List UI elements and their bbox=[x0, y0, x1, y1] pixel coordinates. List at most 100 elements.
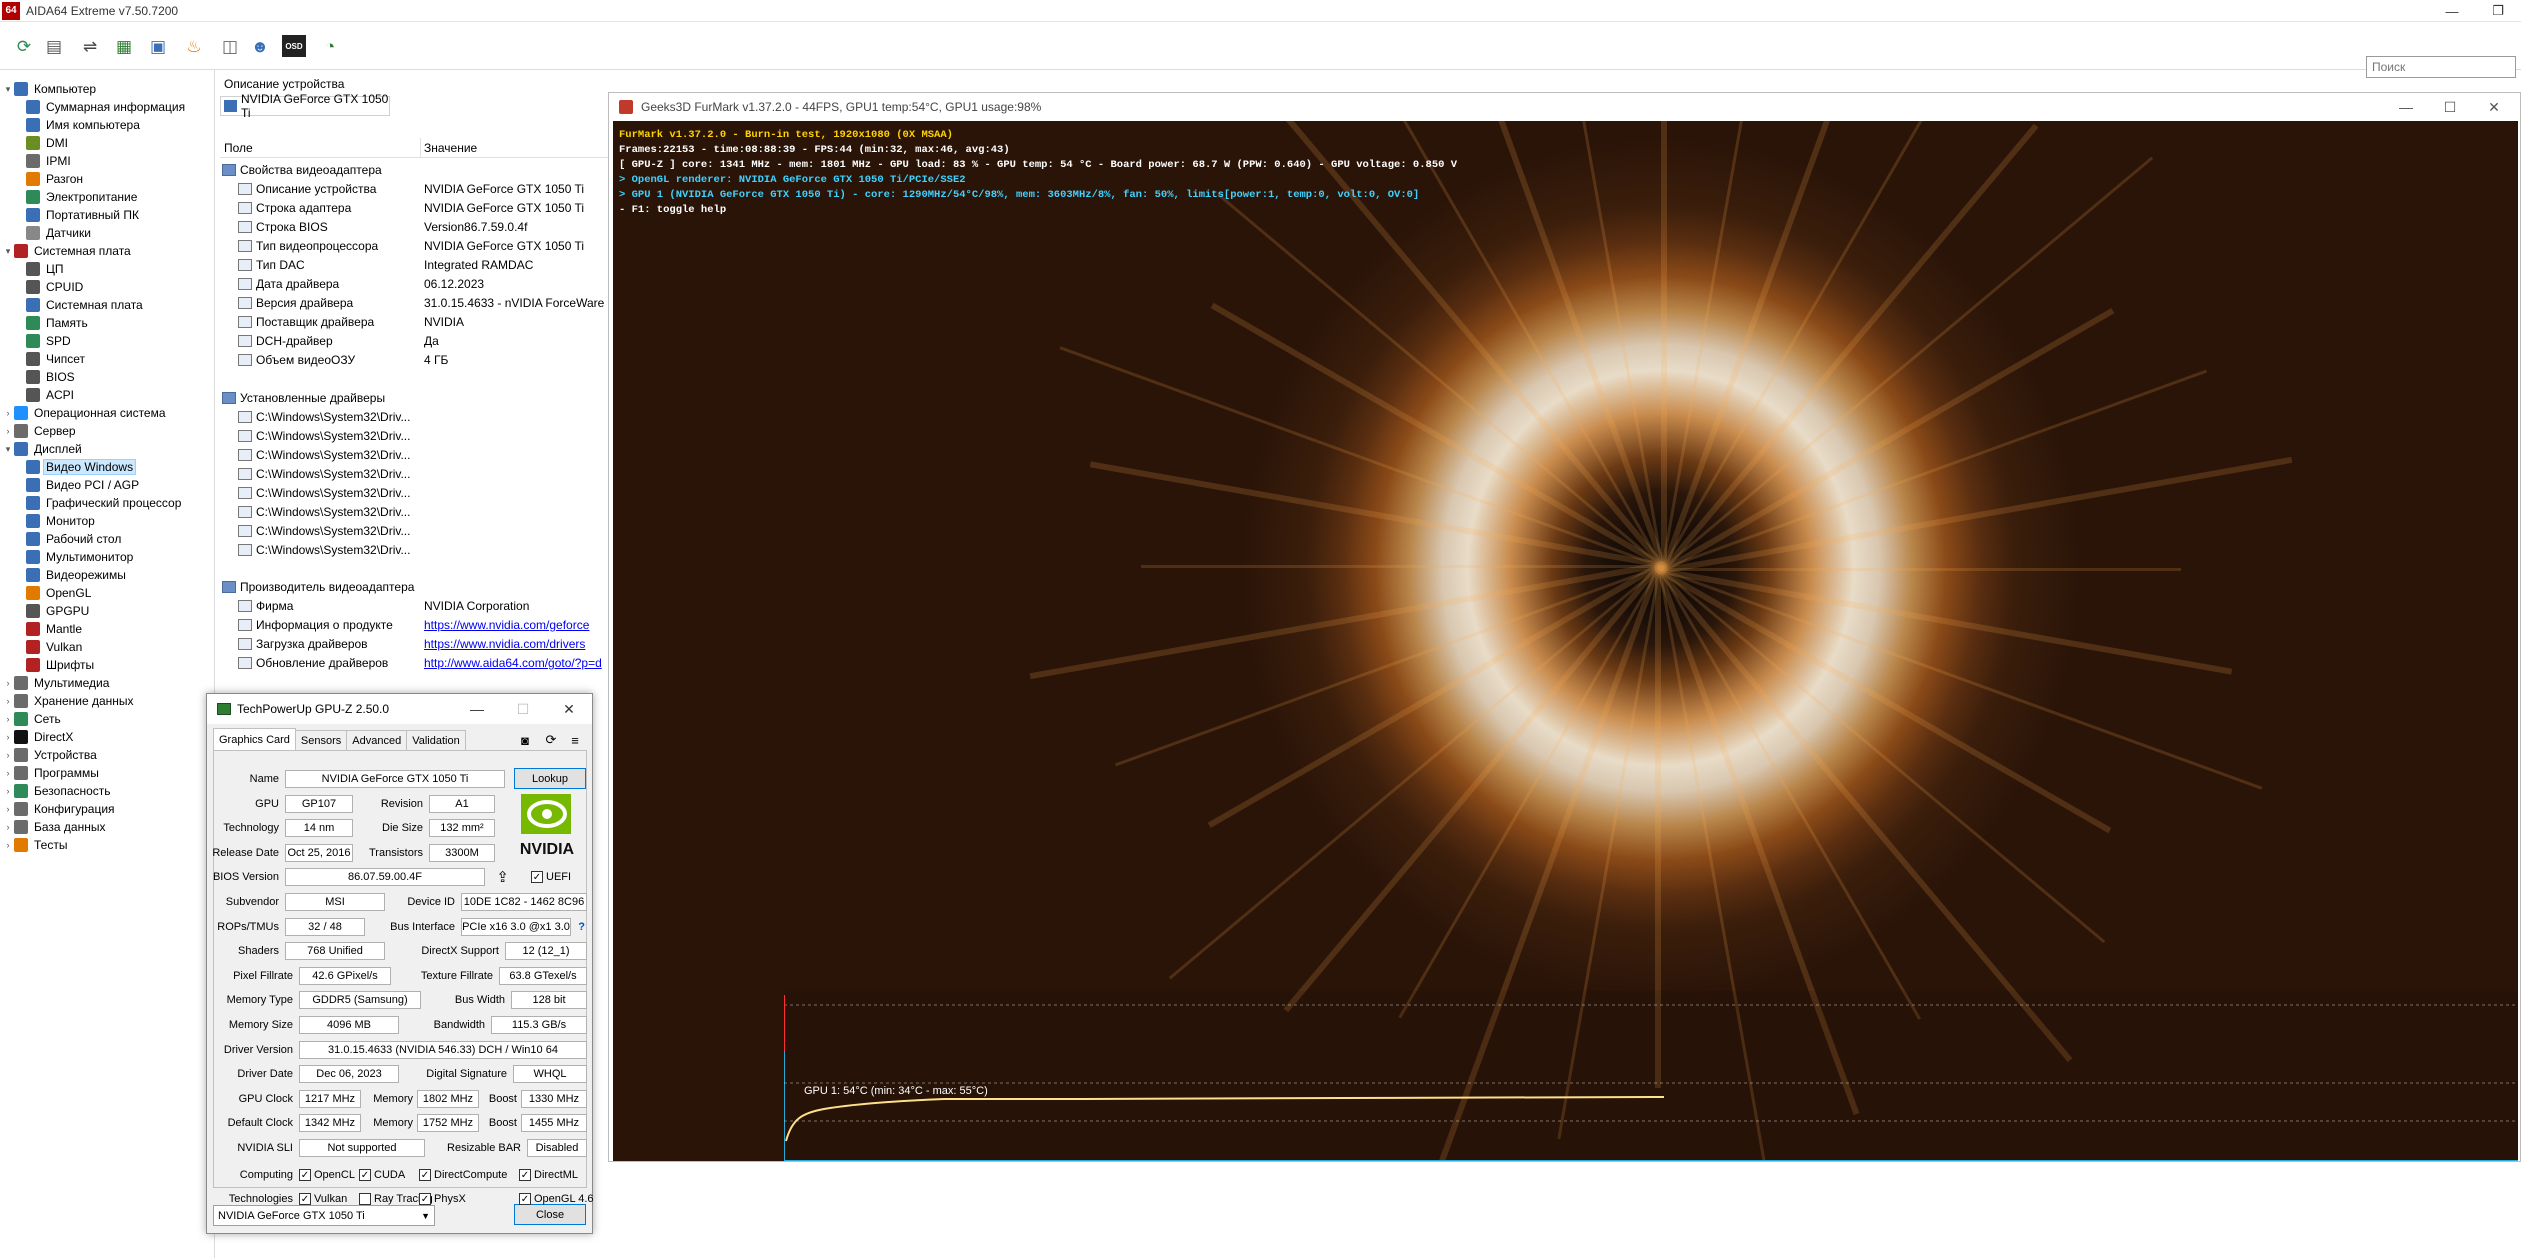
property-row[interactable]: Дата драйвера bbox=[238, 275, 339, 293]
tree-item[interactable]: › Хранение данных bbox=[2, 692, 136, 710]
tree-item[interactable]: Портативный ПК bbox=[26, 206, 141, 224]
collapse-icon[interactable]: ▾ bbox=[2, 444, 14, 455]
property-row[interactable]: Загрузка драйверов bbox=[238, 635, 368, 653]
menu-icon[interactable]: ≡ bbox=[567, 732, 583, 748]
tree-item[interactable]: Чипсет bbox=[26, 350, 87, 368]
tree-item[interactable]: ▾ Дисплей bbox=[2, 440, 84, 458]
flame-icon[interactable]: ♨ bbox=[182, 35, 206, 59]
tree-item[interactable]: BIOS bbox=[26, 368, 77, 386]
checkbox-cuda[interactable]: ✓ CUDA bbox=[359, 1167, 405, 1183]
gpuz-minimize-button[interactable]: — bbox=[454, 694, 500, 724]
driver-row[interactable]: C:\Windows\System32\Driv... bbox=[238, 408, 410, 426]
expand-icon[interactable]: › bbox=[2, 768, 14, 778]
column-value[interactable]: Значение bbox=[424, 141, 477, 155]
tree-item[interactable]: Суммарная информация bbox=[26, 98, 187, 116]
tree-item[interactable]: › Тесты bbox=[2, 836, 69, 854]
property-row[interactable]: Объем видеоОЗУ bbox=[238, 351, 355, 369]
tab-advanced[interactable]: Advanced bbox=[346, 730, 408, 750]
tree-item[interactable]: › Безопасность bbox=[2, 782, 113, 800]
motherboard-icon[interactable]: ▣ bbox=[146, 35, 170, 59]
tree-item[interactable]: GPGPU bbox=[26, 602, 91, 620]
checkbox-directcompute[interactable]: ✓ DirectCompute bbox=[419, 1167, 507, 1183]
expand-icon[interactable]: › bbox=[2, 732, 14, 742]
field-memory-type[interactable]: GDDR5 (Samsung) bbox=[299, 991, 421, 1010]
field-driver-date[interactable]: Dec 06, 2023 bbox=[299, 1065, 399, 1084]
tree-item[interactable]: › Операционная система bbox=[2, 404, 168, 422]
furmark-close-button[interactable]: ✕ bbox=[2472, 93, 2516, 121]
field-bandwidth[interactable]: 115.3 GB/s bbox=[491, 1016, 587, 1034]
tree-item[interactable]: Имя компьютера bbox=[26, 116, 142, 134]
property-row[interactable]: Версия драйвера bbox=[238, 294, 353, 312]
expand-icon[interactable]: › bbox=[2, 714, 14, 724]
property-row[interactable]: DCH-драйвер bbox=[238, 332, 333, 350]
users-icon[interactable]: ☻ bbox=[248, 35, 272, 59]
tree-item[interactable]: ▾ Системная плата bbox=[2, 242, 133, 260]
field-bus-interface[interactable]: PCIe x16 3.0 @x1 3.0 bbox=[461, 917, 571, 936]
property-row[interactable]: Поставщик драйвера bbox=[238, 313, 374, 331]
field-rops-tmus[interactable]: 32 / 48 bbox=[285, 917, 365, 936]
field-gpu-clock[interactable]: 1217 MHz bbox=[299, 1089, 361, 1108]
field-digital-signature[interactable]: WHQL bbox=[513, 1065, 587, 1084]
field-bios-version[interactable]: 86.07.59.00.4F bbox=[285, 868, 485, 887]
tree-item[interactable]: Графический процессор bbox=[26, 494, 183, 512]
driver-row[interactable]: C:\Windows\System32\Driv... bbox=[238, 465, 410, 483]
field-memory-size[interactable]: 4096 MB bbox=[299, 1016, 399, 1034]
tree-item[interactable]: Рабочий стол bbox=[26, 530, 123, 548]
tree-item[interactable]: Системная плата bbox=[26, 296, 145, 314]
gpuz-maximize-button[interactable]: ☐ bbox=[500, 694, 546, 724]
field-default-boost[interactable]: 1455 MHz bbox=[521, 1114, 587, 1133]
section-installed-drivers[interactable]: Установленные драйверы bbox=[222, 389, 385, 407]
field-device-id[interactable]: 10DE 1C82 - 1462 8C96 bbox=[461, 893, 587, 911]
property-row[interactable]: Информация о продукте bbox=[238, 616, 393, 634]
field-release-date[interactable]: Oct 25, 2016 bbox=[285, 843, 353, 862]
field-subvendor[interactable]: MSI bbox=[285, 893, 385, 911]
field-gpu[interactable]: GP107 bbox=[285, 794, 353, 813]
share-icon[interactable]: ⇪ bbox=[489, 868, 509, 886]
expand-icon[interactable]: › bbox=[2, 840, 14, 850]
tab-validation[interactable]: Validation bbox=[406, 730, 466, 750]
expand-icon[interactable]: › bbox=[2, 426, 14, 436]
field-bus-width[interactable]: 128 bit bbox=[511, 991, 587, 1010]
memory-icon[interactable]: ▦ bbox=[112, 35, 136, 59]
driver-row[interactable]: C:\Windows\System32\Driv... bbox=[238, 541, 410, 559]
tree-item[interactable]: › База данных bbox=[2, 818, 107, 836]
collapse-icon[interactable]: ▾ bbox=[2, 84, 14, 95]
expand-icon[interactable]: › bbox=[2, 408, 14, 418]
network-icon[interactable]: ⇌ bbox=[78, 35, 102, 59]
checkbox-opengl-4-6[interactable]: ✓ OpenGL 4.6 bbox=[519, 1191, 594, 1207]
tree-item[interactable]: Видео Windows bbox=[26, 458, 137, 476]
field-gpu-boost[interactable]: 1330 MHz bbox=[521, 1089, 587, 1108]
expand-icon[interactable]: › bbox=[2, 786, 14, 796]
tree-item[interactable]: Видео PCI / AGP bbox=[26, 476, 141, 494]
field-name[interactable]: NVIDIA GeForce GTX 1050 Ti bbox=[285, 770, 505, 788]
furmark-maximize-button[interactable]: ☐ bbox=[2428, 93, 2472, 121]
checkbox-directml[interactable]: ✓ DirectML bbox=[519, 1167, 578, 1183]
property-link[interactable]: http://www.aida64.com/goto/?p=d bbox=[424, 654, 608, 672]
tree-item[interactable]: › DirectX bbox=[2, 728, 75, 746]
tab-sensors[interactable]: Sensors bbox=[294, 730, 348, 750]
search-input[interactable] bbox=[2366, 56, 2516, 78]
lookup-button[interactable]: Lookup bbox=[514, 768, 586, 789]
property-row[interactable]: Тип видеопроцессора bbox=[238, 237, 378, 255]
osd-icon[interactable]: OSD bbox=[282, 35, 306, 57]
tree-item[interactable]: SPD bbox=[26, 332, 73, 350]
property-link[interactable]: https://www.nvidia.com/geforce bbox=[424, 616, 608, 634]
property-row[interactable]: Обновление драйверов bbox=[238, 654, 388, 672]
tree-item[interactable]: Мультимонитор bbox=[26, 548, 135, 566]
tree-item[interactable]: › Конфигурация bbox=[2, 800, 117, 818]
refresh-icon[interactable]: ⟳ bbox=[543, 732, 559, 748]
tree-item[interactable]: › Сеть bbox=[2, 710, 63, 728]
gauge-icon[interactable]: ◔ bbox=[318, 35, 342, 59]
section-adapter-vendor[interactable]: Производитель видеоадаптера bbox=[222, 578, 414, 596]
expand-icon[interactable]: › bbox=[2, 696, 14, 706]
tab-graphics-card[interactable]: Graphics Card bbox=[213, 728, 296, 750]
checkbox-physx[interactable]: ✓ PhysX bbox=[419, 1191, 466, 1207]
driver-row[interactable]: C:\Windows\System32\Driv... bbox=[238, 484, 410, 502]
field-gpu-memory[interactable]: 1802 MHz bbox=[417, 1089, 479, 1108]
property-row[interactable]: Строка BIOS bbox=[238, 218, 328, 236]
field-default-memory[interactable]: 1752 MHz bbox=[417, 1114, 479, 1133]
field-technology[interactable]: 14 nm bbox=[285, 819, 353, 838]
property-row[interactable]: Фирма bbox=[238, 597, 293, 615]
field-default-clock[interactable]: 1342 MHz bbox=[299, 1114, 361, 1133]
tree-item[interactable]: › Программы bbox=[2, 764, 101, 782]
